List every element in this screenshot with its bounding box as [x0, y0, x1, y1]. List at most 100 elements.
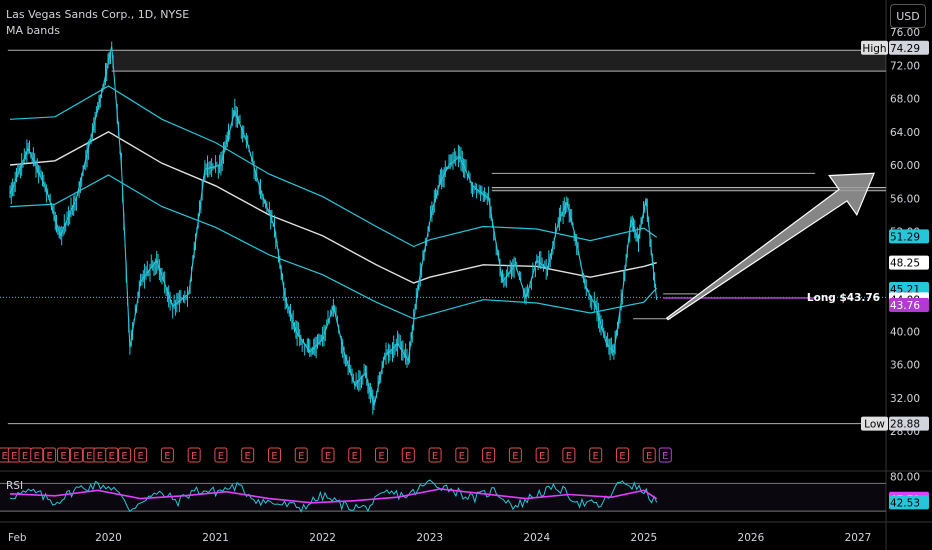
price-label[interactable]: High 74.29 [861, 40, 929, 55]
earnings-marker-label: E [109, 451, 115, 462]
price-tick-label: 56.00 [890, 193, 920, 205]
earnings-marker[interactable]: E [57, 447, 71, 463]
earnings-marker-label: E [485, 451, 491, 462]
earnings-marker-label: E [1, 451, 7, 462]
earnings-marker-label: E [459, 451, 465, 462]
time-tick-label: 2021 [202, 532, 229, 544]
earnings-marker-label: E [593, 451, 599, 462]
earnings-marker[interactable]: E [642, 447, 656, 463]
earnings-marker[interactable]: E [348, 447, 362, 463]
price-label[interactable]: 51.29 [889, 229, 929, 244]
earnings-marker[interactable]: E [455, 447, 469, 463]
earnings-marker-label: E [218, 451, 224, 462]
earnings-marker-label: E [22, 451, 28, 462]
earnings-marker-label: E [271, 451, 277, 462]
price-bars [9, 41, 657, 415]
rsi-pane: RSI80.0047.7942.53 [0, 471, 929, 513]
price-label[interactable]: 43.76 [889, 297, 929, 312]
time-tick-label: 2022 [309, 532, 336, 544]
earnings-marker-label: E [566, 451, 572, 462]
earnings-marker[interactable]: E [508, 447, 522, 463]
time-tick-label: 2027 [845, 532, 872, 544]
earnings-marker[interactable]: E [589, 447, 603, 463]
earnings-marker[interactable]: E [658, 447, 672, 463]
price-label-value: 28.88 [890, 419, 920, 431]
time-tick-label: 2020 [95, 532, 122, 544]
earnings-marker[interactable]: E [118, 447, 132, 463]
earnings-marker[interactable]: E [82, 447, 96, 463]
earnings-marker-label: E [662, 451, 668, 462]
earnings-marker-label: E [191, 451, 197, 462]
high-zone-box [111, 50, 887, 72]
earnings-marker-label: E [646, 451, 652, 462]
earnings-marker[interactable]: E [187, 447, 201, 463]
rsi-value-text: 42.53 [890, 497, 920, 509]
earnings-marker[interactable]: E [134, 447, 148, 463]
ma-middle-line [9, 130, 657, 284]
earnings-marker-label: E [245, 451, 251, 462]
earnings-marker[interactable]: E [18, 447, 32, 463]
time-axis: Feb 2020 2021 2022 2023 2024 2025 2026 2027 [8, 532, 871, 544]
earnings-marker[interactable]: E [7, 447, 21, 463]
position-label: Long $43.76 [807, 292, 880, 304]
earnings-marker[interactable]: E [241, 447, 255, 463]
rsi-tick-label: 80.00 [890, 471, 920, 483]
earnings-marker[interactable]: E [214, 447, 228, 463]
earnings-marker[interactable]: E [30, 447, 44, 463]
earnings-markers: EEEEEEEEEEEEEEEEEEEEEEEEEEEEEEEE [0, 447, 672, 463]
earnings-marker-label: E [539, 451, 545, 462]
earnings-marker[interactable]: E [482, 447, 496, 463]
price-label-value: 43.76 [890, 300, 920, 312]
indicator-label[interactable]: MA bands [6, 24, 60, 37]
earnings-marker-label: E [121, 451, 127, 462]
ma-bands [9, 85, 658, 320]
currency-button[interactable]: USD [890, 4, 926, 28]
time-tick-label: Feb [8, 532, 27, 544]
time-tick-label: 2026 [738, 532, 765, 544]
earnings-marker[interactable]: E [401, 447, 415, 463]
earnings-marker-label: E [60, 451, 66, 462]
earnings-marker-label: E [325, 451, 331, 462]
earnings-marker[interactable]: E [160, 447, 174, 463]
chart-title: Las Vegas Sands Corp., 1D, NYSE [6, 8, 190, 21]
earnings-marker[interactable]: E [69, 447, 83, 463]
price-label-prefix: High [862, 43, 886, 55]
time-tick-label: 2024 [523, 532, 550, 544]
price-label-value: 74.29 [890, 43, 920, 55]
grid [0, 0, 932, 550]
price-series [9, 41, 658, 415]
earnings-marker[interactable]: E [615, 447, 629, 463]
earnings-marker[interactable]: E [562, 447, 576, 463]
earnings-marker[interactable]: E [93, 447, 107, 463]
earnings-marker[interactable]: E [535, 447, 549, 463]
price-label[interactable]: 48.25 [889, 255, 929, 270]
earnings-marker[interactable]: E [294, 447, 308, 463]
time-tick-label: 2023 [416, 532, 443, 544]
horizontal-lines [7, 49, 887, 425]
earnings-marker[interactable]: E [267, 447, 281, 463]
rsi-value-label: 42.53 [889, 495, 929, 510]
earnings-marker-label: E [298, 451, 304, 462]
earnings-marker-label: E [512, 451, 518, 462]
price-tick-label: 76.00 [890, 27, 920, 39]
earnings-marker[interactable]: E [321, 447, 335, 463]
earnings-marker[interactable]: E [105, 447, 119, 463]
earnings-marker-label: E [405, 451, 411, 462]
price-label[interactable]: Low 28.88 [861, 416, 929, 431]
price-label-prefix: Low [864, 419, 885, 431]
earnings-marker[interactable]: E [375, 447, 389, 463]
earnings-marker[interactable]: E [428, 447, 442, 463]
earnings-marker-label: E [46, 451, 52, 462]
price-tick-label: 36.00 [890, 360, 920, 372]
earnings-marker-label: E [378, 451, 384, 462]
price-tick-label: 32.00 [890, 393, 920, 405]
earnings-marker-label: E [34, 451, 40, 462]
resistance-zone-box [491, 187, 886, 191]
price-chart[interactable]: Long $43.76 EEEEEEEEEEEEEEEEEEEEEEEEEEEE… [0, 0, 932, 550]
earnings-marker[interactable]: E [43, 447, 57, 463]
price-tick-label: 64.00 [890, 127, 920, 139]
time-tick-label: 2025 [630, 532, 657, 544]
price-tick-label: 60.00 [890, 160, 920, 172]
earnings-marker-label: E [137, 451, 143, 462]
price-tick-label: 72.00 [890, 60, 920, 72]
